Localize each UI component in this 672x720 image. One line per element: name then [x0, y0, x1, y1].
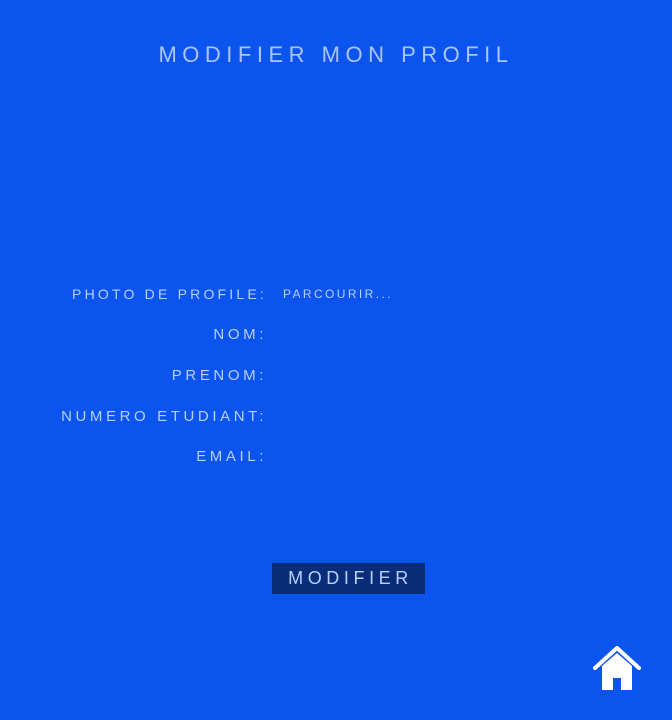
photo-label: PHOTO DE PROFILE:	[72, 286, 267, 302]
email-row: EMAIL:	[0, 445, 672, 469]
numero-etudiant-label: NUMERO ETUDIANT:	[61, 408, 267, 425]
prenom-input[interactable]	[282, 364, 582, 388]
numero-row: NUMERO ETUDIANT:	[0, 405, 672, 429]
nom-row: NOM:	[0, 323, 672, 347]
modifier-button[interactable]: MODIFIER	[272, 563, 425, 594]
photo-row: PHOTO DE PROFILE: PARCOURIR...	[0, 282, 672, 306]
prenom-row: PRENOM:	[0, 364, 672, 388]
nom-input[interactable]	[282, 323, 582, 347]
email-label: EMAIL:	[196, 448, 267, 465]
nom-label: NOM:	[213, 326, 267, 343]
browse-file-button[interactable]: PARCOURIR...	[283, 282, 393, 306]
numero-etudiant-input[interactable]	[282, 405, 582, 429]
home-icon	[593, 646, 641, 690]
page-title: MODIFIER MON PROFIL	[158, 42, 514, 67]
prenom-label: PRENOM:	[171, 367, 267, 384]
home-button[interactable]	[592, 644, 642, 692]
email-input[interactable]	[282, 445, 582, 469]
